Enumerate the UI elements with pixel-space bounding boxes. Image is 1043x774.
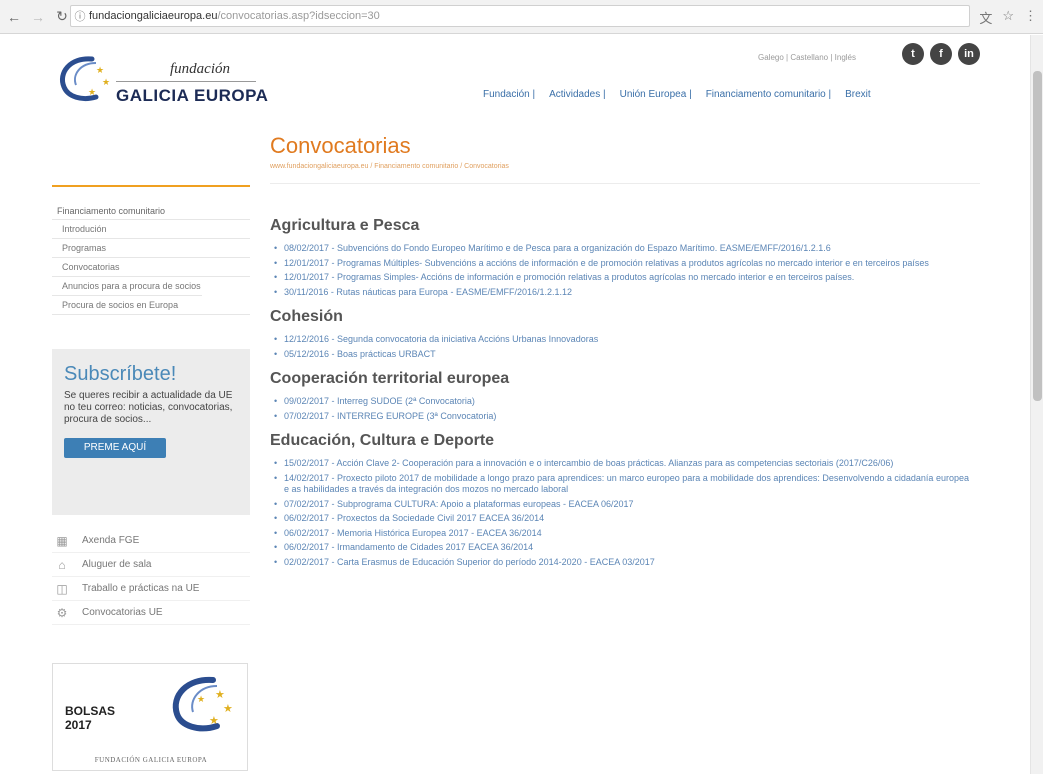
- social-links: t f in: [902, 43, 980, 65]
- call-link[interactable]: 30/11/2016 - Rutas náuticas para Europa …: [270, 287, 970, 299]
- info-icon[interactable]: ⓘ: [71, 8, 89, 24]
- main-nav: Fundación | Actividades | Unión Europea …: [483, 89, 885, 100]
- url-path: /convocatorias.asp?idseccion=30: [217, 10, 380, 22]
- quick-links: ▦ Axenda FGE ⌂ Aluguer de sala ◫ Traball…: [52, 529, 250, 625]
- call-link[interactable]: 12/12/2016 - Segunda convocatoria da ini…: [270, 334, 970, 346]
- call-link[interactable]: 09/02/2017 - Interreg SUDOE (2ª Convocat…: [270, 396, 970, 408]
- call-link[interactable]: 02/02/2017 - Carta Erasmus de Educación …: [270, 557, 970, 569]
- eu-stars-logo-icon: ★ ★ ★ ★: [172, 676, 233, 732]
- page-scrollbar[interactable]: [1030, 35, 1043, 774]
- briefcase-icon: ◫: [56, 581, 68, 596]
- sidebar-item-procura-socios[interactable]: Procura de socios en Europa: [52, 296, 250, 315]
- quicklink-convocatorias-ue[interactable]: ⚙ Convocatorias UE: [52, 601, 250, 625]
- nav-actividades[interactable]: Actividades |: [549, 89, 606, 100]
- quicklink-label: Traballo e prácticas na UE: [82, 583, 200, 594]
- quicklink-label: Aluguer de sala: [82, 559, 152, 570]
- call-link[interactable]: 07/02/2017 - INTERREG EUROPE (3ª Convoca…: [270, 411, 970, 423]
- building-icon: ⌂: [58, 557, 66, 572]
- banner-title-line1: BOLSAS: [65, 704, 116, 718]
- svg-text:★: ★: [209, 715, 219, 727]
- nav-brexit[interactable]: Brexit: [845, 89, 871, 100]
- call-link[interactable]: 06/02/2017 - Memoria Histórica Europea 2…: [270, 528, 970, 540]
- svg-text:★: ★: [215, 689, 225, 701]
- svg-text:★: ★: [96, 65, 104, 75]
- banner-title-line2: 2017: [65, 718, 92, 732]
- eu-stars-logo-icon: ★ ★ ★: [60, 56, 110, 102]
- section-heading: Agricultura e Pesca: [270, 217, 420, 234]
- svg-text:★: ★: [223, 703, 233, 715]
- sidebar-item-introducion[interactable]: Introdución: [52, 220, 250, 239]
- sidebar-item-programas[interactable]: Programas: [52, 239, 250, 258]
- bookmark-star-icon[interactable]: ☆: [1002, 8, 1014, 27]
- logo-rule: [116, 81, 256, 82]
- sidebar-item-convocatorias[interactable]: Convocatorias: [52, 258, 250, 277]
- site-logo[interactable]: ★ ★ ★ fundación GALICIA EUROPA: [52, 47, 282, 117]
- nav-union-europea[interactable]: Unión Europea |: [620, 89, 692, 100]
- convocatorias-content: Agricultura e Pesca 08/02/2017 - Subvenc…: [270, 217, 970, 578]
- svg-text:★: ★: [102, 77, 110, 87]
- call-list: 08/02/2017 - Subvencións do Fondo Europe…: [270, 243, 970, 298]
- menu-kebab-icon[interactable]: ⋮: [1024, 8, 1037, 27]
- title-divider: [270, 183, 980, 184]
- call-link[interactable]: 14/02/2017 - Proxecto piloto 2017 de mob…: [270, 473, 970, 496]
- call-link[interactable]: 08/02/2017 - Subvencións do Fondo Europe…: [270, 243, 970, 255]
- web-page: ★ ★ ★ fundación GALICIA EUROPA Galego | …: [0, 35, 1030, 774]
- breadcrumb[interactable]: www.fundaciongaliciaeuropa.eu / Financia…: [270, 163, 509, 170]
- url-host: fundaciongaliciaeuropa.eu: [89, 10, 218, 22]
- browser-toolbar: ← → ↻ ⓘ fundaciongaliciaeuropa.eu /convo…: [0, 0, 1043, 34]
- quicklink-aluguer[interactable]: ⌂ Aluguer de sala: [52, 553, 250, 577]
- call-list: 12/12/2016 - Segunda convocatoria da ini…: [270, 334, 970, 360]
- quicklink-axenda[interactable]: ▦ Axenda FGE: [52, 529, 250, 553]
- section-cohesion: Cohesión 12/12/2016 - Segunda convocator…: [270, 308, 970, 360]
- subscribe-button[interactable]: PREME AQUÍ: [64, 438, 166, 458]
- call-link[interactable]: 06/02/2017 - Irmandamento de Cidades 201…: [270, 542, 970, 554]
- forward-icon[interactable]: →: [28, 7, 48, 27]
- call-link[interactable]: 12/01/2017 - Programas Múltiples- Subven…: [270, 258, 970, 270]
- call-list: 15/02/2017 - Acción Clave 2- Cooperación…: [270, 458, 970, 568]
- section-educacion: Educación, Cultura e Deporte 15/02/2017 …: [270, 432, 970, 568]
- gear-icon: ⚙: [56, 605, 68, 620]
- translate-icon[interactable]: 文: [979, 8, 992, 27]
- quicklink-traballo[interactable]: ◫ Traballo e prácticas na UE: [52, 577, 250, 601]
- section-heading: Cooperación territorial europea: [270, 370, 510, 387]
- bolsas-banner[interactable]: BOLSAS 2017 ★ ★ ★ ★ FUNDACIÓN GALICIA EU…: [52, 663, 248, 771]
- section-heading: Educación, Cultura e Deporte: [270, 432, 495, 449]
- subscribe-text: Se queres recibir a actualidade da UE no…: [64, 390, 233, 425]
- language-selector[interactable]: Galego | Castellano | Inglés: [758, 53, 856, 62]
- call-link[interactable]: 05/12/2016 - Boas prácticas URBACT: [270, 349, 970, 361]
- subscribe-box: Subscríbete! Se queres recibir a actuali…: [52, 349, 250, 515]
- svg-text:★: ★: [88, 87, 96, 97]
- call-link[interactable]: 12/01/2017 - Programas Simples- Accións …: [270, 272, 970, 284]
- address-bar[interactable]: ⓘ fundaciongaliciaeuropa.eu /convocatori…: [70, 5, 970, 27]
- scrollbar-thumb[interactable]: [1033, 71, 1042, 401]
- sidebar-item-anuncios[interactable]: Anuncios para a procura de socios: [52, 277, 202, 296]
- facebook-icon[interactable]: f: [930, 43, 952, 65]
- banner-footer: FUNDACIÓN GALICIA EUROPA: [94, 756, 208, 764]
- subscribe-heading: Subscríbete!: [64, 363, 177, 385]
- sidebar-menu-heading[interactable]: Financiamento comunitario: [52, 203, 250, 220]
- nav-financiamento[interactable]: Financiamento comunitario |: [706, 89, 831, 100]
- call-link[interactable]: 06/02/2017 - Proxectos da Sociedade Civi…: [270, 513, 970, 525]
- svg-text:★: ★: [197, 694, 205, 704]
- section-heading: Cohesión: [270, 308, 343, 325]
- quicklink-label: Axenda FGE: [82, 535, 140, 546]
- twitter-icon[interactable]: t: [902, 43, 924, 65]
- section-cooperacion: Cooperación territorial europea 09/02/20…: [270, 370, 970, 422]
- nav-fundacion[interactable]: Fundación |: [483, 89, 535, 100]
- section-agricultura: Agricultura e Pesca 08/02/2017 - Subvenc…: [270, 217, 970, 298]
- call-list: 09/02/2017 - Interreg SUDOE (2ª Convocat…: [270, 396, 970, 422]
- call-link[interactable]: 15/02/2017 - Acción Clave 2- Cooperación…: [270, 458, 970, 470]
- page-title: Convocatorias: [270, 133, 411, 158]
- linkedin-icon[interactable]: in: [958, 43, 980, 65]
- logo-line2: GALICIA EUROPA: [116, 86, 269, 105]
- calendar-icon: ▦: [56, 533, 68, 548]
- quicklink-label: Convocatorias UE: [82, 607, 163, 618]
- sidebar-accent-divider: [52, 185, 250, 187]
- logo-line1: fundación: [170, 61, 230, 77]
- sidebar-menu: Financiamento comunitario Introdución Pr…: [52, 203, 250, 315]
- back-icon[interactable]: ←: [4, 7, 24, 27]
- reload-icon[interactable]: ↻: [52, 7, 72, 27]
- banner-title: BOLSAS 2017: [65, 704, 115, 732]
- call-link[interactable]: 07/02/2017 - Subprograma CULTURA: Apoio …: [270, 499, 970, 511]
